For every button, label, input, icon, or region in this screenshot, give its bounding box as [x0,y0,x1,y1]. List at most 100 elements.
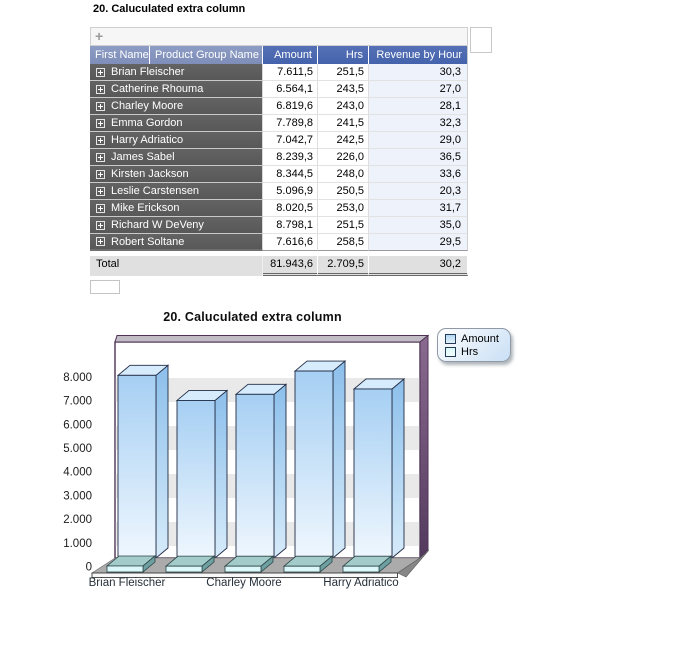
table-row: Kirsten Jackson 8.344,5248,033,6 [90,166,468,183]
revenue-cell: 29,0 [369,132,468,149]
row-header-cell[interactable]: James Sabel [90,149,263,166]
chart-plot: 01.0002.0003.0004.0005.0006.0007.0008.00… [63,336,429,590]
row-header-cell[interactable]: Emma Gordon [90,115,263,132]
amount-bar [295,371,333,558]
hrs-cell: 258,5 [318,234,369,251]
y-tick-label: 1.000 [63,538,92,550]
hrs-bar [225,566,261,572]
prefilter-box[interactable] [90,280,120,294]
amount-bar [236,394,274,558]
x-tick-label: Charley Moore [206,577,281,589]
revenue-cell: 27,0 [369,81,468,98]
revenue-cell: 20,3 [369,183,468,200]
chart-legend: AmountHrs [437,328,511,362]
corner-box [470,27,492,53]
revenue-cell: 29,5 [369,234,468,251]
legend-label: Amount [461,333,499,345]
row-header-cell[interactable]: Brian Fleischer [90,64,263,81]
total-amount-cell: 81.943,6 [263,256,318,276]
y-tick-label: 8.000 [63,372,92,384]
total-hrs-cell: 2.709,5 [318,256,369,276]
amount-cell: 7.042,7 [263,132,318,149]
row-name: James Sabel [111,149,175,165]
revenue-cell: 35,0 [369,217,468,234]
amount-bar [354,389,392,558]
row-header-cell[interactable]: Mike Erickson [90,200,263,217]
amount-bar-side [215,390,227,558]
x-tick-label: Brian Fleischer [89,577,166,589]
table-row: Brian Fleischer7.611,5251,530,3 [90,64,468,81]
hrs-bar [107,566,143,572]
expand-icon[interactable] [96,153,105,162]
pivot-grid: 20. Caluculated extra column + First Nam… [90,3,500,16]
hrs-cell: 243,0 [318,98,369,115]
hrs-cell: 226,0 [318,149,369,166]
hrs-cell: 242,5 [318,132,369,149]
chart-title: 20. Caluculated extra column [60,310,445,324]
header-revenue-by-hour[interactable]: Revenue by Hour [369,46,468,64]
total-revenue-cell: 30,2 [369,256,468,276]
amount-cell: 8.344,5 [263,166,318,183]
add-field-icon[interactable]: + [91,28,103,44]
y-tick-label: 4.000 [63,467,92,479]
revenue-cell: 31,7 [369,200,468,217]
amount-bar-side [156,365,168,558]
expand-icon[interactable] [96,237,105,246]
row-header-cell[interactable]: Richard W DeVeny [90,217,263,234]
row-header-cell[interactable]: Catherine Rhouma [90,81,263,98]
header-first-name[interactable]: First Name [90,46,150,64]
expand-icon[interactable] [96,68,105,77]
y-tick-label: 5.000 [63,443,92,455]
table-row: Charley Moore6.819,6243,028,1 [90,98,468,115]
row-header-cell[interactable]: Harry Adriatico [90,132,263,149]
hrs-cell: 248,0 [318,166,369,183]
amount-cell: 7.789,8 [263,115,318,132]
header-hrs[interactable]: Hrs [318,46,369,64]
row-name: Emma Gordon [111,115,183,131]
expand-icon[interactable] [96,136,105,145]
hrs-cell: 250,5 [318,183,369,200]
expand-icon[interactable] [96,119,105,128]
row-header-cell[interactable]: Robert Soltane [90,234,263,251]
hrs-cell: 251,5 [318,64,369,81]
table-row: James Sabel8.239,3226,036,5 [90,149,468,166]
hrs-cell: 241,5 [318,115,369,132]
revenue-cell: 30,3 [369,64,468,81]
amount-bar-side [274,384,286,558]
row-name: Brian Fleischer [111,64,184,80]
amount-cell: 8.239,3 [263,149,318,166]
wall-top-bevel [115,336,428,343]
y-tick-label: 7.000 [63,396,92,408]
row-name: Harry Adriatico [111,132,183,148]
expand-icon[interactable] [96,204,105,213]
y-tick-label: 0 [86,562,92,574]
amount-bar [177,400,215,558]
table-row: Leslie Carstensen5.096,9250,520,3 [90,183,468,200]
expand-icon[interactable] [96,221,105,230]
amount-cell: 5.096,9 [263,183,318,200]
x-tick-label: Harry Adriatico [323,577,398,589]
expand-icon[interactable] [96,187,105,196]
expand-icon[interactable] [96,102,105,111]
revenue-cell: 28,1 [369,98,468,115]
column-header-row: First Name Product Group Name Amount Hrs… [90,46,468,64]
row-name: Kirsten Jackson [111,166,189,182]
revenue-cell: 33,6 [369,166,468,183]
amount-cell: 8.020,5 [263,200,318,217]
row-header-cell[interactable]: Leslie Carstensen [90,183,263,200]
row-header-cell[interactable]: Charley Moore [90,98,263,115]
row-name: Richard W DeVeny [111,217,204,233]
revenue-cell: 32,3 [369,115,468,132]
legend-item: Hrs [445,345,510,358]
amount-cell: 6.564,1 [263,81,318,98]
y-tick-label: 6.000 [63,419,92,431]
hrs-bar [166,566,202,572]
header-amount[interactable]: Amount [263,46,318,64]
expand-icon[interactable] [96,85,105,94]
header-product-group[interactable]: Product Group Name [150,46,263,64]
amount-bar-side [333,361,345,558]
row-header-cell[interactable]: Kirsten Jackson [90,166,263,183]
amount-cell: 6.819,6 [263,98,318,115]
amount-cell: 8.798,1 [263,217,318,234]
expand-icon[interactable] [96,170,105,179]
